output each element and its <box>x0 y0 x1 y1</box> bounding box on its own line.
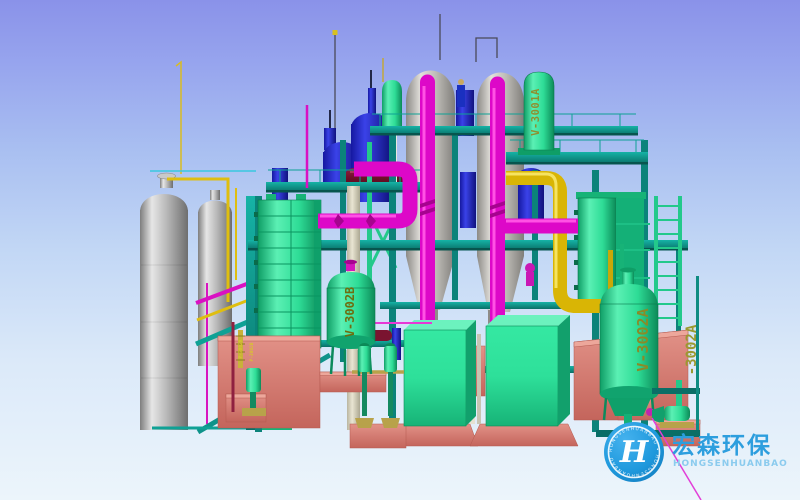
logo-monogram-icon: H <box>619 435 650 470</box>
column-v3001a: V-3001A <box>518 72 560 155</box>
green-box-tanks <box>404 315 570 426</box>
brand-name-cn: 宏森环保 <box>672 432 772 459</box>
plant-scene: V-3001A <box>0 0 800 500</box>
equipment-label-v3002b: V-3002B <box>343 287 357 338</box>
equipment-label-v3002a: V-3002A <box>634 308 652 371</box>
equipment-label-v3001a: V-3001A <box>530 88 542 136</box>
brand-name-en: HONGSENHUANBAO <box>673 459 788 469</box>
pump-label-b: P-3002B <box>249 342 255 361</box>
equipment-label-edge: -3002A <box>684 324 700 375</box>
pump-label-a: P-3002A <box>238 339 244 358</box>
plant-3d-render: V-3001A <box>0 0 800 500</box>
